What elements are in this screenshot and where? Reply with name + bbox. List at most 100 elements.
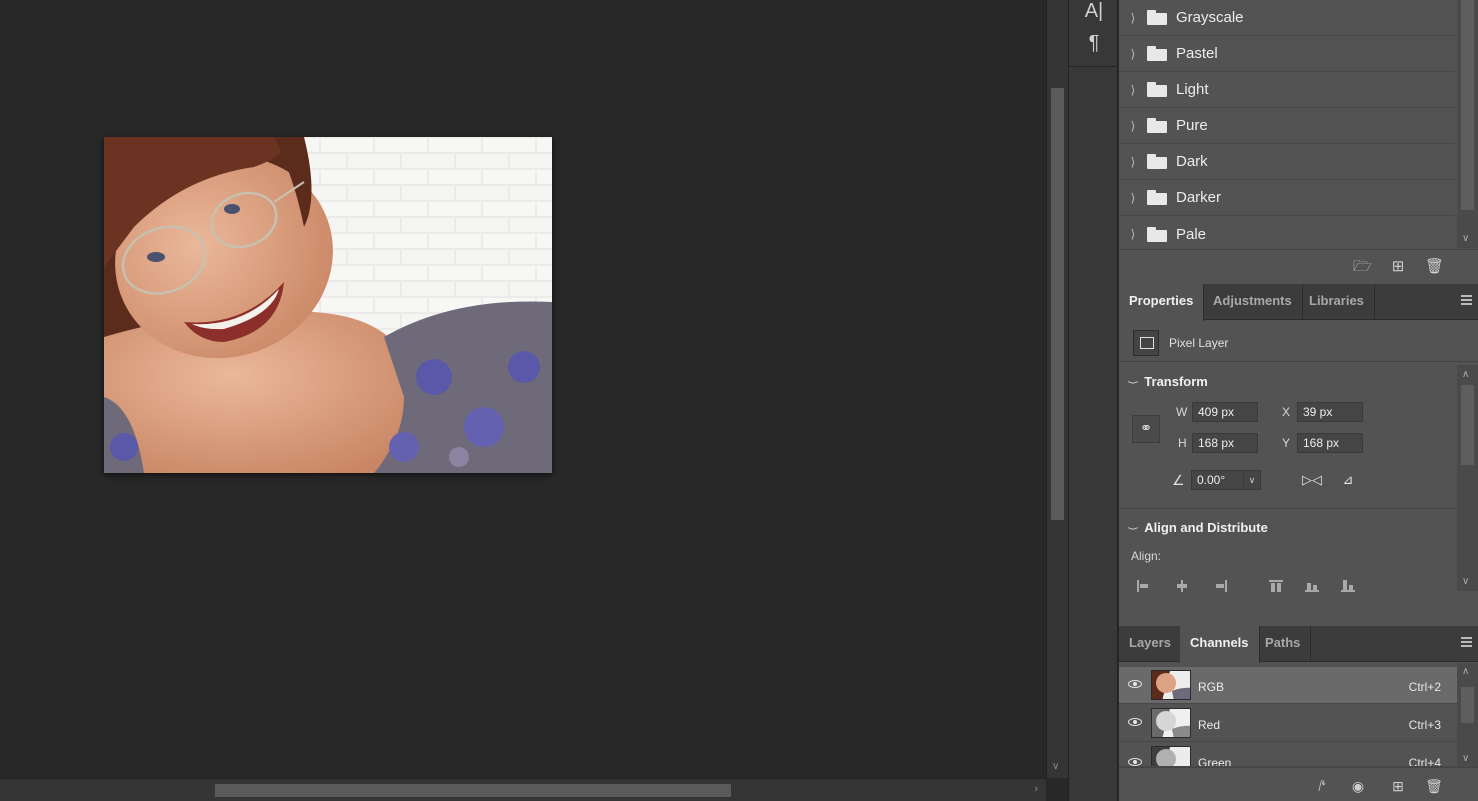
align-bottom-edges-icon[interactable] xyxy=(1341,580,1355,592)
scroll-right-arrow-icon[interactable]: › xyxy=(1034,783,1038,795)
layer-kind-label: Pixel Layer xyxy=(1169,336,1229,350)
swatch-group-dark[interactable]: ⟩ Dark xyxy=(1119,144,1455,180)
align-horizontal-centers-icon[interactable] xyxy=(1175,580,1189,592)
visibility-eye-icon[interactable] xyxy=(1128,679,1142,689)
character-panel-icon[interactable]: A| xyxy=(1069,0,1119,23)
height-field[interactable]: 168 px xyxy=(1192,433,1258,453)
load-channel-as-selection-icon[interactable]: ⭚ xyxy=(1313,777,1331,795)
chevron-down-icon[interactable]: ∨ xyxy=(1243,471,1260,489)
align-vertical-centers-icon[interactable] xyxy=(1305,580,1319,592)
align-section-header[interactable]: ⟩ Align and Distribute xyxy=(1127,520,1268,535)
chevron-right-icon[interactable]: ⟩ xyxy=(1119,47,1147,61)
channel-name: Red xyxy=(1198,718,1221,732)
transform-section-header[interactable]: ⟩ Transform xyxy=(1127,374,1208,389)
chevron-right-icon[interactable]: ⟩ xyxy=(1119,155,1147,169)
scrollbar-thumb[interactable] xyxy=(1461,687,1474,723)
tab-libraries[interactable]: Libraries xyxy=(1299,284,1375,320)
channel-row-red[interactable]: Red Ctrl+3 xyxy=(1119,705,1457,742)
scroll-up-arrow-icon[interactable]: ∧ xyxy=(1462,666,1469,677)
panel-menu-icon[interactable] xyxy=(1461,637,1472,647)
chevron-down-icon[interactable]: ⟩ xyxy=(1127,380,1140,384)
swatch-group-pale[interactable]: ⟩ Pale xyxy=(1119,216,1455,252)
swatch-group-pastel[interactable]: ⟩ Pastel xyxy=(1119,36,1455,72)
y-label: Y xyxy=(1282,436,1291,450)
y-field[interactable]: 168 px xyxy=(1297,433,1363,453)
width-field[interactable]: 409 px xyxy=(1192,402,1258,422)
new-swatch-icon[interactable]: ⊞ xyxy=(1389,258,1407,276)
folder-icon xyxy=(1147,46,1167,61)
swatches-panel: ⟩ Grayscale ⟩ Pastel ⟩ Light ⟩ Pure ⟩ Da… xyxy=(1119,0,1478,283)
panel-menu-icon[interactable] xyxy=(1461,295,1472,305)
layers-tab-bar: Layers Channels Paths xyxy=(1119,626,1478,663)
folder-icon xyxy=(1147,10,1167,25)
divider xyxy=(1069,66,1119,67)
visibility-eye-icon[interactable] xyxy=(1128,757,1142,766)
document-image[interactable] xyxy=(104,137,552,473)
document-canvas[interactable] xyxy=(0,0,1046,778)
layer-kind-row: Pixel Layer xyxy=(1119,322,1478,362)
new-group-icon[interactable]: 🗁 xyxy=(1353,258,1372,276)
scrollbar-thumb[interactable] xyxy=(1051,88,1064,520)
swatch-group-darker[interactable]: ⟩ Darker xyxy=(1119,180,1455,216)
align-top-edges-icon[interactable] xyxy=(1269,580,1283,592)
trash-icon[interactable]: 🗑 xyxy=(1425,258,1444,276)
tab-properties[interactable]: Properties xyxy=(1119,284,1205,321)
folder-icon xyxy=(1147,118,1167,133)
swatches-scrollbar[interactable]: ∨ xyxy=(1457,0,1478,248)
align-title: Align and Distribute xyxy=(1144,520,1268,535)
tab-paths[interactable]: Paths xyxy=(1255,626,1312,662)
canvas-horizontal-scrollbar[interactable]: › xyxy=(0,778,1046,801)
angle-icon: ∠ xyxy=(1172,472,1185,488)
properties-scrollbar[interactable]: ∧ ∨ xyxy=(1457,365,1478,591)
scroll-down-arrow-icon[interactable]: ∨ xyxy=(1462,233,1469,244)
angle-value: 0.00° xyxy=(1197,473,1226,487)
swatch-group-label: Darker xyxy=(1176,189,1222,206)
chevron-right-icon[interactable]: ⟩ xyxy=(1119,227,1147,241)
channel-thumbnail xyxy=(1151,670,1191,700)
scroll-down-arrow-icon[interactable]: ∨ xyxy=(1052,761,1059,772)
channels-panel: RGB Ctrl+2 Red Ctrl+3 Green Ctrl+4 ∧ ∨ ⭚… xyxy=(1119,663,1478,801)
align-left-edges-icon[interactable] xyxy=(1137,580,1151,592)
tab-layers[interactable]: Layers xyxy=(1119,626,1182,662)
scroll-down-arrow-icon[interactable]: ∨ xyxy=(1462,576,1469,587)
swatch-group-pure[interactable]: ⟩ Pure xyxy=(1119,108,1455,144)
scrollbar-thumb[interactable] xyxy=(1461,385,1474,465)
channel-shortcut: Ctrl+2 xyxy=(1408,680,1441,694)
link-dimensions-button[interactable]: ⚭ xyxy=(1132,415,1160,443)
flip-horizontal-icon[interactable]: ▷◁ xyxy=(1301,469,1323,491)
swatch-group-light[interactable]: ⟩ Light xyxy=(1119,72,1455,108)
chevron-down-icon[interactable]: ⟩ xyxy=(1127,526,1140,530)
canvas-vertical-scrollbar[interactable]: ∨ xyxy=(1046,0,1068,778)
link-icon: ⚭ xyxy=(1139,420,1153,437)
paragraph-panel-icon[interactable]: ¶ xyxy=(1069,32,1119,55)
swatch-group-label: Pastel xyxy=(1176,45,1218,62)
chevron-right-icon[interactable]: ⟩ xyxy=(1119,83,1147,97)
swatch-group-label: Pure xyxy=(1176,117,1208,134)
new-channel-icon[interactable]: ⊞ xyxy=(1389,777,1407,795)
channels-scrollbar[interactable]: ∧ ∨ xyxy=(1457,663,1478,767)
x-field[interactable]: 39 px xyxy=(1297,402,1363,422)
flip-vertical-icon[interactable]: ⊿ xyxy=(1337,469,1359,491)
scroll-up-arrow-icon[interactable]: ∧ xyxy=(1462,369,1469,380)
right-panel-dock: ⟩ Grayscale ⟩ Pastel ⟩ Light ⟩ Pure ⟩ Da… xyxy=(1119,0,1478,801)
angle-field[interactable]: 0.00° ∨ xyxy=(1191,470,1261,490)
scrollbar-thumb[interactable] xyxy=(215,784,731,797)
channel-row-green[interactable]: Green Ctrl+4 xyxy=(1119,743,1457,767)
save-selection-as-channel-icon[interactable]: ◉ xyxy=(1349,777,1367,795)
chevron-right-icon[interactable]: ⟩ xyxy=(1119,119,1147,133)
channel-row-rgb[interactable]: RGB Ctrl+2 xyxy=(1119,667,1457,704)
chevron-right-icon[interactable]: ⟩ xyxy=(1119,191,1147,205)
scroll-down-arrow-icon[interactable]: ∨ xyxy=(1462,753,1469,764)
tab-channels[interactable]: Channels xyxy=(1180,626,1260,663)
align-right-edges-icon[interactable] xyxy=(1213,580,1227,592)
chevron-right-icon[interactable]: ⟩ xyxy=(1119,11,1147,25)
folder-icon xyxy=(1147,82,1167,97)
tab-adjustments[interactable]: Adjustments xyxy=(1203,284,1303,320)
channel-thumbnail xyxy=(1151,746,1191,766)
swatch-group-label: Light xyxy=(1176,81,1209,98)
scrollbar-thumb[interactable] xyxy=(1461,0,1474,210)
visibility-eye-icon[interactable] xyxy=(1128,717,1142,727)
swatch-group-label: Dark xyxy=(1176,153,1208,170)
trash-icon[interactable]: 🗑 xyxy=(1425,777,1443,795)
swatch-group-grayscale[interactable]: ⟩ Grayscale xyxy=(1119,0,1455,36)
